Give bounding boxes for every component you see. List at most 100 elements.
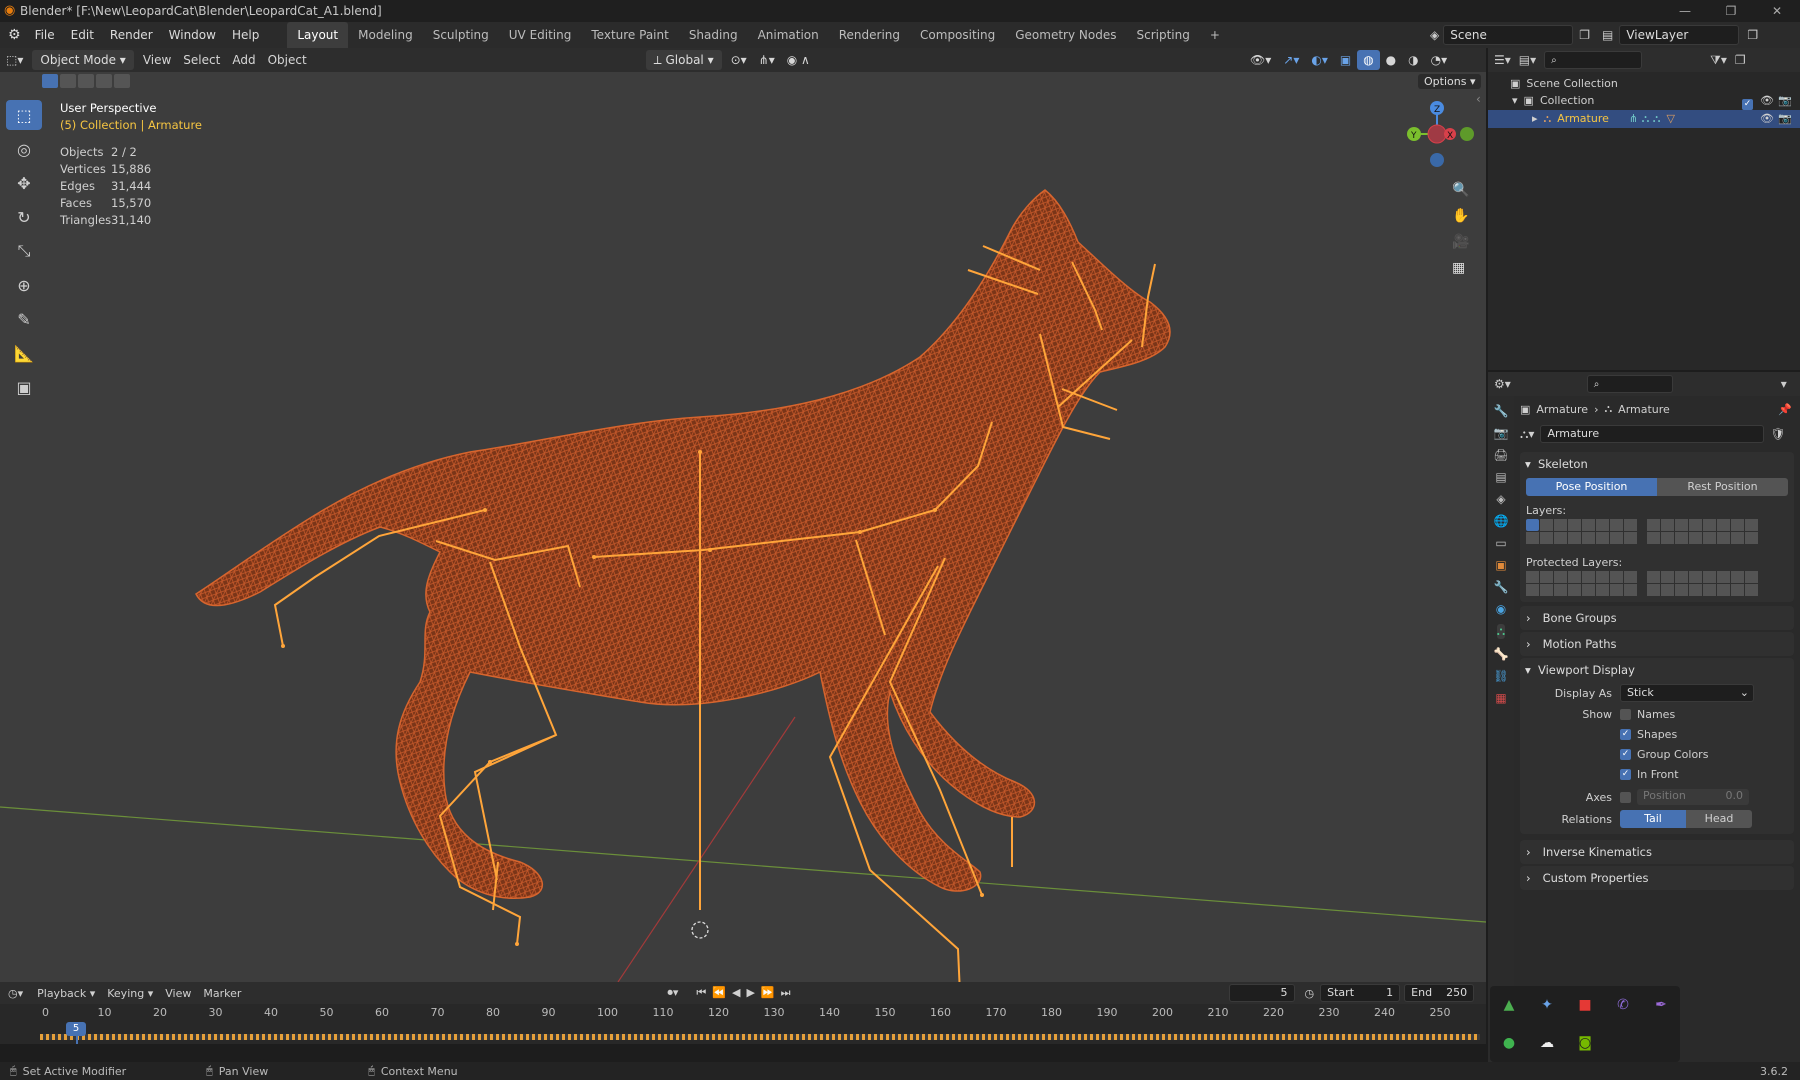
- rendered-shading-icon[interactable]: ◔▾: [1425, 50, 1454, 70]
- viewport-display-header[interactable]: ▾ Viewport Display: [1520, 658, 1794, 682]
- bone-groups-header[interactable]: › Bone Groups: [1520, 606, 1794, 630]
- select-subtract-icon[interactable]: [78, 74, 94, 88]
- playback-menu[interactable]: Playback ▾: [31, 987, 101, 1000]
- render-camera-icon[interactable]: 📷: [1778, 110, 1792, 128]
- menu-select[interactable]: Select: [177, 48, 226, 72]
- pin-icon[interactable]: 📌: [1778, 403, 1792, 416]
- select-intersect-icon[interactable]: [114, 74, 130, 88]
- rest-position-button[interactable]: Rest Position: [1657, 478, 1788, 496]
- pivot-icon[interactable]: ⊙▾: [725, 48, 753, 72]
- inverse-kinematics-header[interactable]: › Inverse Kinematics: [1520, 840, 1794, 864]
- display-as-dropdown[interactable]: Stick ⌄: [1620, 684, 1754, 702]
- app-icon[interactable]: ✦: [1541, 997, 1553, 1013]
- bone-constraint-tab-icon[interactable]: ⛓: [1493, 669, 1508, 683]
- outliner-row-armature[interactable]: ▸ ⛬ Armature ⋔ ⛬ ⛬ ▽ 👁 📷: [1488, 110, 1800, 128]
- view-layer-field[interactable]: ViewLayer: [1619, 25, 1740, 45]
- skeleton-header[interactable]: ▾ Skeleton: [1520, 452, 1794, 476]
- nvidia-icon[interactable]: ◙: [1578, 1035, 1592, 1051]
- transform-tool-icon[interactable]: ⊕: [6, 270, 42, 300]
- record-icon[interactable]: ⏺▾: [667, 986, 678, 1000]
- frame-ruler[interactable]: 0 10 20 30 40 50 60 70 80 90 100 110 120 130 140 150 160…: [0, 1004, 1486, 1022]
- view-layer-tab-icon[interactable]: ▤: [1495, 470, 1506, 484]
- move-tool-icon[interactable]: ✥: [6, 168, 42, 198]
- material-shading-icon[interactable]: ◑: [1402, 50, 1424, 70]
- cloud-icon[interactable]: ☁: [1540, 1035, 1554, 1051]
- names-checkbox[interactable]: [1620, 708, 1631, 720]
- axes-position-slider[interactable]: Position 0.0: [1637, 789, 1749, 805]
- current-frame-field[interactable]: 5: [1228, 984, 1295, 1002]
- keyframe-strip[interactable]: [40, 1034, 1480, 1040]
- add-workspace-icon[interactable]: +: [1200, 22, 1230, 48]
- menu-render[interactable]: Render: [102, 22, 161, 48]
- pen-icon[interactable]: ✒: [1655, 997, 1667, 1013]
- expand-arrow-icon[interactable]: ▾: [1512, 92, 1518, 110]
- cat-mesh[interactable]: [195, 189, 1171, 899]
- shapes-checkbox[interactable]: ✓: [1620, 728, 1631, 740]
- texture-tab-icon[interactable]: ▦: [1495, 691, 1506, 705]
- filter-icon[interactable]: ⧩▾: [1710, 53, 1727, 68]
- camera-view-icon[interactable]: 🎥: [1452, 234, 1469, 250]
- tab-uv-editing[interactable]: UV Editing: [499, 22, 582, 48]
- modifier-icon[interactable]: ⋔ ⛬ ⛬: [1629, 110, 1661, 128]
- scene-icon[interactable]: ◈: [1430, 28, 1439, 42]
- tab-geometry-nodes[interactable]: Geometry Nodes: [1005, 22, 1126, 48]
- world-tab-icon[interactable]: 🌐: [1494, 514, 1509, 528]
- eye-icon[interactable]: 👁: [1760, 110, 1774, 128]
- pan-hand-icon[interactable]: ✋: [1452, 208, 1469, 224]
- new-view-layer-icon[interactable]: ❐: [1747, 28, 1758, 42]
- modifier-tab-icon[interactable]: 🔧: [1494, 580, 1509, 594]
- cursor-tool-icon[interactable]: ◎: [6, 134, 42, 164]
- rotate-tool-icon[interactable]: ↻: [6, 202, 42, 232]
- mesh-data-icon[interactable]: ▽: [1667, 110, 1675, 128]
- show-group-colors-row[interactable]: ✓ Group Colors: [1520, 744, 1794, 764]
- menu-add[interactable]: Add: [226, 48, 261, 72]
- recorder-icon[interactable]: ■: [1578, 997, 1591, 1013]
- add-cube-tool-icon[interactable]: ▣: [6, 372, 42, 402]
- playback-controls[interactable]: ⏮⏪◀▶⏩⏭: [696, 986, 796, 1000]
- measure-tool-icon[interactable]: 📐: [6, 338, 42, 368]
- fake-user-icon[interactable]: 🛡: [1770, 427, 1785, 441]
- maximize-icon[interactable]: ❐: [1708, 0, 1754, 22]
- zoom-icon[interactable]: 🔍: [1452, 182, 1469, 198]
- wireframe-shading-icon[interactable]: ◍: [1357, 50, 1380, 70]
- select-new-icon[interactable]: [42, 74, 58, 88]
- expand-arrow-icon[interactable]: ▸: [1532, 110, 1538, 128]
- new-collection-icon[interactable]: ❐: [1735, 53, 1746, 67]
- orientation-dropdown[interactable]: ⟂ Global ▾: [645, 50, 722, 70]
- gizmo-icon[interactable]: ↗▾: [1277, 50, 1305, 70]
- scene-field[interactable]: Scene: [1443, 25, 1574, 45]
- editor-type-icon[interactable]: ⬚▾: [0, 48, 29, 72]
- custom-properties-header[interactable]: › Custom Properties: [1520, 866, 1794, 890]
- tab-layout[interactable]: Layout: [287, 22, 349, 48]
- select-invert-icon[interactable]: [96, 74, 112, 88]
- output-tab-icon[interactable]: 🖨: [1493, 448, 1508, 462]
- tab-animation[interactable]: Animation: [748, 22, 829, 48]
- timeline-editor-icon[interactable]: ◷▾: [0, 987, 31, 1000]
- scale-tool-icon[interactable]: ⤡: [6, 236, 42, 266]
- axes-checkbox[interactable]: [1620, 791, 1631, 803]
- tab-rendering[interactable]: Rendering: [829, 22, 910, 48]
- tab-scripting[interactable]: Scripting: [1126, 22, 1199, 48]
- object-tab-icon[interactable]: ▣: [1495, 558, 1506, 572]
- pose-position-button[interactable]: Pose Position: [1526, 478, 1657, 496]
- menu-edit[interactable]: Edit: [63, 22, 102, 48]
- drive-icon[interactable]: ▲: [1504, 997, 1515, 1013]
- select-extend-icon[interactable]: [60, 74, 76, 88]
- close-icon[interactable]: ✕: [1754, 0, 1800, 22]
- playhead[interactable]: 5: [66, 1022, 86, 1036]
- xray-icon[interactable]: ▣: [1334, 50, 1357, 70]
- view-layer-icon[interactable]: ▤: [1602, 28, 1613, 42]
- outliner-row-collection[interactable]: ▾ ▣ Collection ✓ 👁 📷: [1488, 92, 1800, 110]
- overlay-icon[interactable]: ◐▾: [1305, 50, 1334, 70]
- layers-grid[interactable]: [1520, 519, 1794, 544]
- protected-layers-grid[interactable]: [1520, 571, 1794, 596]
- outliner-editor-icon[interactable]: ☰▾: [1494, 53, 1511, 67]
- snap-icon[interactable]: ⋔▾: [753, 48, 781, 72]
- tool-tab-icon[interactable]: 🔧: [1494, 404, 1509, 418]
- solid-shading-icon[interactable]: ●: [1380, 50, 1402, 70]
- motion-paths-header[interactable]: › Motion Paths: [1520, 632, 1794, 656]
- mode-dropdown[interactable]: Object Mode ▾: [32, 50, 134, 70]
- collection-tab-icon[interactable]: ▭: [1495, 536, 1506, 550]
- properties-search-field[interactable]: ⌕: [1586, 375, 1673, 393]
- 3d-viewport[interactable]: ⬚ ◎ ✥ ↻ ⤡ ⊕ ✎ 📐 ▣ Options ▾ User Perspec…: [0, 72, 1486, 982]
